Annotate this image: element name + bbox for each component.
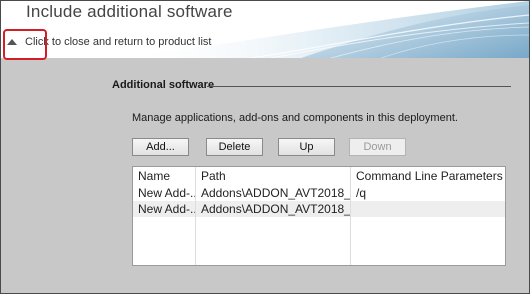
- table-row[interactable]: New Add-... Addons\ADDON_AVT2018_...: [133, 201, 505, 217]
- table-header-row: Name Path Command Line Parameters: [133, 167, 505, 185]
- up-button[interactable]: Up: [278, 138, 335, 156]
- column-header-name[interactable]: Name: [133, 167, 196, 185]
- column-header-path[interactable]: Path: [196, 167, 351, 185]
- cell-name: New Add-...: [133, 185, 196, 201]
- delete-button[interactable]: Delete: [206, 138, 263, 156]
- cell-parameters: [351, 201, 505, 217]
- cell-path: Addons\ADDON_AVT2018_...: [196, 185, 351, 201]
- dialog-frame: Include additional software Click to clo…: [0, 0, 530, 294]
- section-description: Manage applications, add-ons and compone…: [132, 112, 458, 124]
- table-row[interactable]: New Add-... Addons\ADDON_AVT2018_... /q: [133, 185, 505, 201]
- empty-cell: [351, 217, 505, 233]
- empty-cell: [133, 217, 196, 233]
- empty-cell: [351, 233, 505, 249]
- header-banner: Include additional software Click to clo…: [1, 1, 529, 58]
- table-row-empty: [133, 249, 505, 265]
- addons-table[interactable]: Name Path Command Line Parameters New Ad…: [132, 166, 506, 266]
- page-title: Include additional software: [26, 2, 233, 21]
- cell-parameters: /q: [356, 186, 367, 200]
- cell-name: New Add-...: [133, 201, 196, 217]
- section-divider: [207, 86, 511, 87]
- empty-cell: [351, 249, 505, 265]
- table-row-empty: [133, 217, 505, 233]
- table-row-empty: [133, 233, 505, 249]
- column-header-parameters[interactable]: Command Line Parameters: [351, 167, 505, 185]
- empty-cell: [133, 249, 196, 265]
- down-button: Down: [349, 138, 406, 156]
- empty-cell: [196, 249, 351, 265]
- empty-cell: [133, 233, 196, 249]
- add-button[interactable]: Add...: [132, 138, 189, 156]
- collapse-label[interactable]: Click to close and return to product lis…: [25, 36, 211, 48]
- cell-path: Addons\ADDON_AVT2018_...: [196, 201, 351, 217]
- annotation-highlight-box: [3, 29, 47, 60]
- empty-cell: [196, 217, 351, 233]
- section-heading: Additional software: [112, 79, 215, 91]
- empty-cell: [196, 233, 351, 249]
